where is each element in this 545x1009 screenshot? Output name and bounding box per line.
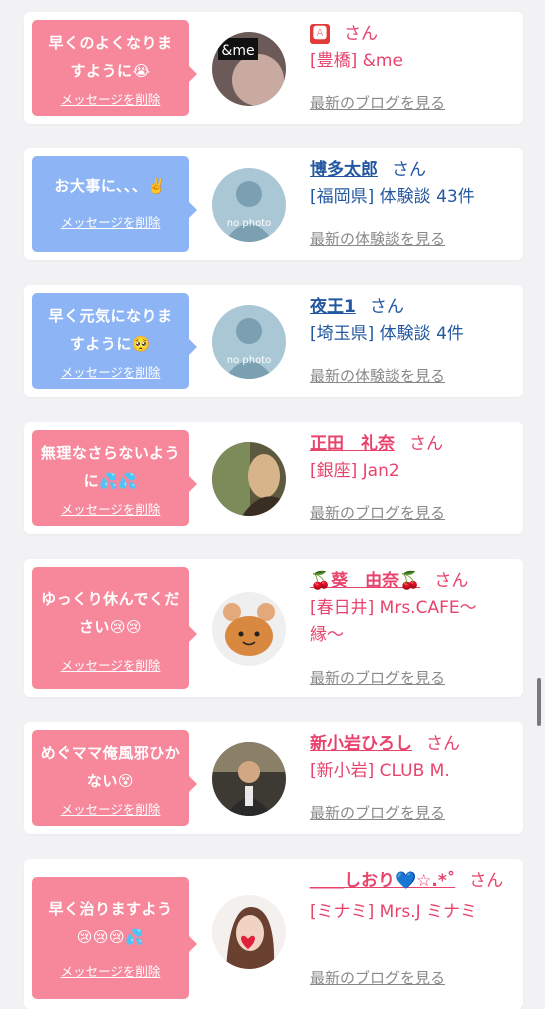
- message-bubble: 早く治りますよう😢😢😢💦 メッセージを削除: [32, 877, 197, 999]
- message-bubble: ゆっくり休んでください😢😢 メッセージを削除: [32, 567, 197, 689]
- delete-message-link[interactable]: メッセージを削除: [38, 655, 183, 674]
- sender-info: 新小岩ひろし さん [新小岩] CLUB M.: [310, 730, 515, 785]
- honorific: さん: [392, 160, 426, 180]
- latest-review-link[interactable]: 最新の体験談を見る: [310, 365, 445, 386]
- message-bubble: めぐママ俺風邪ひかない😵 メッセージを削除: [32, 730, 197, 826]
- message-bubble: 無理なさらないように💦💦 メッセージを削除: [32, 430, 197, 526]
- sender-shop: [埼玉県] 体験談 4件: [310, 324, 464, 344]
- latest-blog-link[interactable]: 最新のブログを見る: [310, 802, 445, 823]
- sender-name-link[interactable]: 博多太郎: [310, 160, 378, 180]
- sender-info: 🍒葵 由奈🍒 さん [春日井] Mrs.CAFE〜縁〜: [310, 567, 515, 649]
- message-card: お大事に、、、✌️ メッセージを削除 no photo 博多太郎 さん [福岡県]…: [24, 148, 523, 260]
- message-text: 早く治りますよう😢😢😢💦: [48, 900, 173, 946]
- message-bubble: 早くのよくなりますように😭 メッセージを削除: [32, 20, 197, 116]
- avatar[interactable]: [212, 895, 286, 969]
- honorific: さん: [434, 571, 469, 591]
- message-text: めぐママ俺風邪ひかない😵: [40, 744, 181, 790]
- sender-info: 博多太郎 さん [福岡県] 体験談 43件: [310, 156, 515, 211]
- latest-blog-link[interactable]: 最新のブログを見る: [310, 667, 445, 688]
- honorific: さん: [409, 434, 443, 454]
- no-photo-text: no photo: [227, 218, 271, 229]
- avatar[interactable]: [212, 442, 286, 516]
- message-card: めぐママ俺風邪ひかない😵 メッセージを削除 新小岩ひろし さん [新小岩] CLU…: [24, 722, 523, 834]
- sender-shop: [福岡県] 体験談 43件: [310, 187, 475, 207]
- message-text: 無理なさらないように💦💦: [40, 444, 181, 490]
- message-card: 早く元気になりますように🥺 メッセージを削除 no photo 夜王1 さん [埼…: [24, 285, 523, 397]
- message-card: 無理なさらないように💦💦 メッセージを削除 正田 礼奈 さん [銀座] Jan2 …: [24, 422, 523, 534]
- honorific: さん: [344, 24, 378, 44]
- latest-blog-link[interactable]: 最新のブログを見る: [310, 92, 445, 113]
- message-card: ゆっくり休んでください😢😢 メッセージを削除 🍒葵 由奈🍒 さん [春日井] Mr…: [24, 559, 523, 697]
- sender-shop: [ミナミ] Mrs.J ミナミ: [310, 902, 478, 922]
- avatar[interactable]: [212, 592, 286, 666]
- honorific: さん: [469, 871, 504, 891]
- sender-info: ＿＿しおり💙☆.*˚ さん [ミナミ] Mrs.J ミナミ: [310, 867, 515, 926]
- delete-message-link[interactable]: メッセージを削除: [38, 499, 183, 518]
- honorific: さん: [369, 297, 404, 317]
- delete-message-link[interactable]: メッセージを削除: [38, 799, 183, 818]
- avatar[interactable]: [212, 742, 286, 816]
- message-text: 早くのよくなりますように😭: [48, 34, 173, 80]
- sender-name-link[interactable]: 夜王1: [310, 297, 356, 317]
- delete-message-link[interactable]: メッセージを削除: [38, 961, 183, 980]
- latest-review-link[interactable]: 最新の体験談を見る: [310, 228, 445, 249]
- no-photo-text: no photo: [227, 355, 271, 366]
- delete-message-link[interactable]: メッセージを削除: [38, 362, 183, 381]
- delete-message-link[interactable]: メッセージを削除: [38, 89, 183, 108]
- sender-shop: [春日井] Mrs.CAFE〜縁〜: [310, 598, 477, 645]
- message-text: 早く元気になりますように🥺: [48, 307, 173, 353]
- message-bubble: 早く元気になりますように🥺 メッセージを削除: [32, 293, 197, 389]
- message-bubble: お大事に、、、✌️ メッセージを削除: [32, 156, 197, 252]
- sender-name-link[interactable]: ＿＿しおり💙☆.*˚: [310, 871, 455, 891]
- sender-name-link[interactable]: 正田 礼奈: [310, 434, 395, 454]
- no-photo-avatar[interactable]: no photo: [212, 305, 286, 379]
- message-text: ゆっくり休んでください😢😢: [41, 590, 180, 636]
- message-text: お大事に、、、✌️: [54, 177, 167, 195]
- latest-blog-link[interactable]: 最新のブログを見る: [310, 502, 445, 523]
- no-photo-avatar[interactable]: no photo: [212, 168, 286, 242]
- sender-name-link[interactable]: 🍒葵 由奈🍒: [310, 571, 420, 591]
- scrollbar-thumb[interactable]: [537, 678, 541, 726]
- latest-blog-link[interactable]: 最新のブログを見る: [310, 967, 445, 988]
- sender-shop: [豊橋] &me: [310, 51, 403, 71]
- message-card: 早くのよくなりますように😭 メッセージを削除 &me 🅰 さん [豊橋] &me …: [24, 12, 523, 124]
- sender-info: 夜王1 さん [埼玉県] 体験談 4件: [310, 293, 515, 348]
- sender-shop: [新小岩] CLUB M.: [310, 761, 450, 781]
- honorific: さん: [426, 734, 460, 754]
- sender-shop: [銀座] Jan2: [310, 461, 400, 481]
- sender-name-link[interactable]: 🅰: [310, 24, 330, 44]
- delete-message-link[interactable]: メッセージを削除: [38, 212, 183, 231]
- sender-info: 正田 礼奈 さん [銀座] Jan2: [310, 430, 515, 485]
- avatar[interactable]: &me: [212, 32, 286, 106]
- message-card: 早く治りますよう😢😢😢💦 メッセージを削除 ＿＿しおり💙☆.*˚ さん [ミナミ]…: [24, 859, 523, 1009]
- sender-name-link[interactable]: 新小岩ひろし: [310, 734, 412, 754]
- sender-info: 🅰 さん [豊橋] &me: [310, 20, 515, 75]
- avatar-logo-text: &me: [221, 43, 254, 59]
